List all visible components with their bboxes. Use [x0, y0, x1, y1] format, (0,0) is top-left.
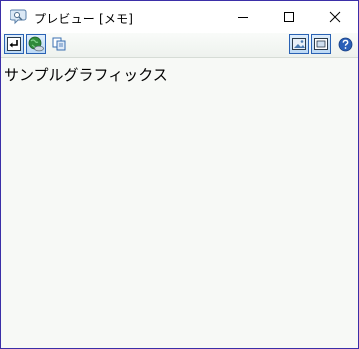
close-icon: [329, 11, 341, 23]
preview-text: サンプルグラフィックス: [4, 66, 168, 84]
globe-icon: [28, 36, 44, 52]
window-title: プレビュー [メモ]: [34, 12, 134, 26]
speech-bubble-magnifier-icon: [10, 9, 27, 25]
return-button[interactable]: [4, 34, 24, 54]
maximize-icon: [284, 12, 294, 22]
title-bar[interactable]: プレビュー [メモ]: [1, 1, 358, 33]
image-view-button[interactable]: [289, 34, 309, 54]
help-icon: [338, 37, 352, 51]
copy-button[interactable]: [49, 34, 69, 54]
fit-window-button[interactable]: [311, 34, 331, 54]
fit-window-icon: [314, 38, 328, 50]
close-button[interactable]: [312, 1, 358, 33]
toolbar: [1, 33, 358, 58]
minimize-button[interactable]: [220, 1, 266, 33]
copy-icon: [52, 37, 66, 51]
preview-window: プレビュー [メモ] サンプルグラフィックス: [0, 0, 359, 349]
help-button[interactable]: [335, 34, 355, 54]
maximize-button[interactable]: [266, 1, 312, 33]
web-button[interactable]: [26, 34, 46, 54]
return-arrow-icon: [7, 37, 21, 51]
image-view-icon: [292, 38, 306, 50]
minimize-icon: [238, 17, 248, 18]
preview-area[interactable]: サンプルグラフィックス: [1, 58, 358, 348]
